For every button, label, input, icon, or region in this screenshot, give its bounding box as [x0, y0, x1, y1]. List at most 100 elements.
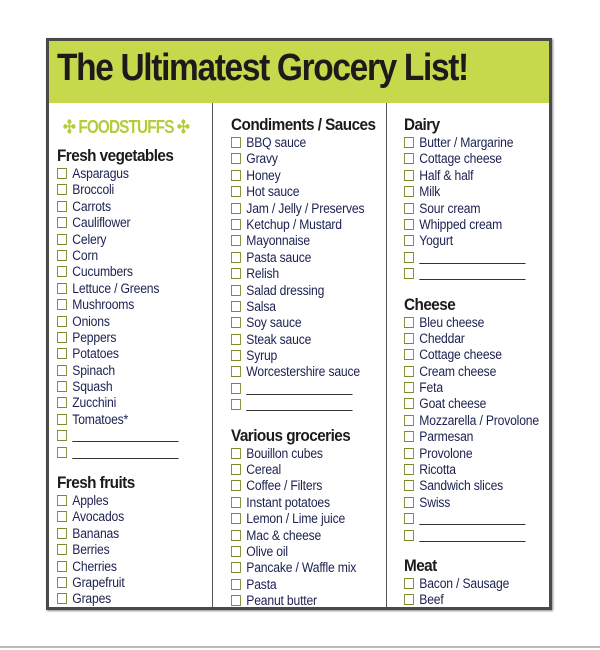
checkbox[interactable] — [57, 446, 67, 458]
checkbox[interactable] — [404, 529, 414, 541]
checkbox[interactable] — [57, 233, 67, 245]
checkbox[interactable] — [231, 399, 241, 411]
checkbox[interactable] — [231, 595, 241, 607]
checkbox[interactable] — [57, 331, 67, 343]
list-item: Celery — [57, 232, 197, 248]
checkbox[interactable] — [231, 562, 241, 574]
checkbox[interactable] — [231, 317, 241, 329]
checkbox[interactable] — [404, 332, 414, 344]
checkbox[interactable] — [57, 217, 67, 229]
checkbox[interactable] — [57, 544, 67, 556]
checkbox[interactable] — [404, 186, 414, 198]
checkbox[interactable] — [231, 333, 241, 345]
checkbox[interactable] — [231, 169, 241, 181]
blank-line[interactable] — [419, 252, 526, 264]
blank-line[interactable] — [246, 383, 353, 395]
item-label: Carrots — [72, 198, 111, 214]
checkbox[interactable] — [404, 153, 414, 165]
checkbox[interactable] — [57, 168, 67, 179]
checkbox[interactable] — [57, 282, 67, 294]
list-item: Cherries — [57, 559, 197, 575]
checkbox[interactable] — [404, 349, 414, 361]
item-label: Mayonnaise — [246, 233, 311, 249]
checkbox[interactable] — [57, 397, 67, 409]
checkbox[interactable] — [404, 218, 414, 230]
checkbox[interactable] — [231, 447, 241, 459]
checkbox[interactable] — [231, 545, 241, 557]
checkbox[interactable] — [404, 398, 414, 410]
checkbox[interactable] — [404, 382, 414, 394]
item-label: Salsa — [246, 298, 276, 314]
checkbox[interactable] — [57, 593, 67, 605]
checkbox[interactable] — [231, 218, 241, 230]
item-label: Honey — [246, 167, 281, 183]
checkbox[interactable] — [404, 447, 414, 459]
checkbox[interactable] — [57, 299, 67, 311]
checkbox[interactable] — [231, 382, 241, 394]
checkbox[interactable] — [57, 511, 67, 523]
checkbox[interactable] — [404, 251, 414, 263]
checkbox[interactable] — [404, 594, 414, 606]
item-label: Squash — [72, 379, 113, 395]
checkbox[interactable] — [231, 202, 241, 214]
list-item: Cereal — [231, 462, 371, 478]
checkbox[interactable] — [57, 315, 67, 327]
checkbox[interactable] — [231, 496, 241, 508]
checkbox[interactable] — [231, 137, 241, 148]
blank-line[interactable] — [72, 430, 179, 443]
checkbox[interactable] — [57, 266, 67, 278]
checkbox[interactable] — [404, 365, 414, 377]
checkbox[interactable] — [404, 268, 414, 280]
checkbox[interactable] — [404, 414, 414, 426]
checkbox[interactable] — [231, 251, 241, 263]
checkbox[interactable] — [231, 268, 241, 280]
checkbox[interactable] — [57, 249, 67, 261]
checkbox[interactable] — [57, 348, 67, 360]
checkbox[interactable] — [57, 364, 67, 376]
checkbox[interactable] — [231, 480, 241, 492]
checkbox[interactable] — [404, 169, 414, 181]
list-item — [404, 250, 535, 266]
list-item: Sandwich slices — [404, 478, 535, 494]
checkbox[interactable] — [57, 527, 67, 539]
item-label: Olive oil — [246, 543, 288, 559]
checkbox[interactable] — [404, 464, 414, 476]
checkbox[interactable] — [231, 235, 241, 247]
list-item: Broccoli — [57, 182, 197, 198]
list-item — [404, 528, 535, 544]
checkbox[interactable] — [231, 284, 241, 296]
checkbox[interactable] — [404, 480, 414, 492]
checkbox[interactable] — [57, 576, 67, 588]
section-heading: Condiments / Sauces — [231, 115, 376, 134]
checkbox[interactable] — [231, 529, 241, 541]
column-3: Dairy Butter / Margarine Cottage cheese Hal… — [404, 103, 549, 607]
blank-line[interactable] — [419, 530, 526, 542]
checkbox[interactable] — [404, 496, 414, 508]
blank-line[interactable] — [72, 447, 179, 459]
checkbox[interactable] — [404, 431, 414, 443]
blank-line[interactable] — [419, 268, 526, 281]
checkbox[interactable] — [404, 235, 414, 247]
checkbox[interactable] — [231, 186, 241, 198]
checkbox[interactable] — [57, 184, 67, 196]
checkbox[interactable] — [404, 577, 414, 589]
checkbox[interactable] — [231, 366, 241, 378]
checkbox[interactable] — [57, 495, 67, 507]
checkbox[interactable] — [404, 137, 414, 148]
checkbox[interactable] — [404, 513, 414, 525]
checkbox[interactable] — [404, 316, 414, 328]
checkbox[interactable] — [231, 513, 241, 525]
checkbox[interactable] — [57, 413, 67, 425]
checkbox[interactable] — [231, 300, 241, 312]
checkbox[interactable] — [231, 350, 241, 362]
checkbox[interactable] — [57, 430, 67, 442]
checkbox[interactable] — [57, 560, 67, 572]
checkbox[interactable] — [231, 464, 241, 476]
checkbox[interactable] — [404, 202, 414, 214]
checkbox[interactable] — [231, 153, 241, 165]
blank-line[interactable] — [246, 399, 353, 412]
checkbox[interactable] — [57, 381, 67, 393]
checkbox[interactable] — [231, 578, 241, 590]
blank-line[interactable] — [419, 513, 526, 526]
checkbox[interactable] — [57, 200, 67, 212]
